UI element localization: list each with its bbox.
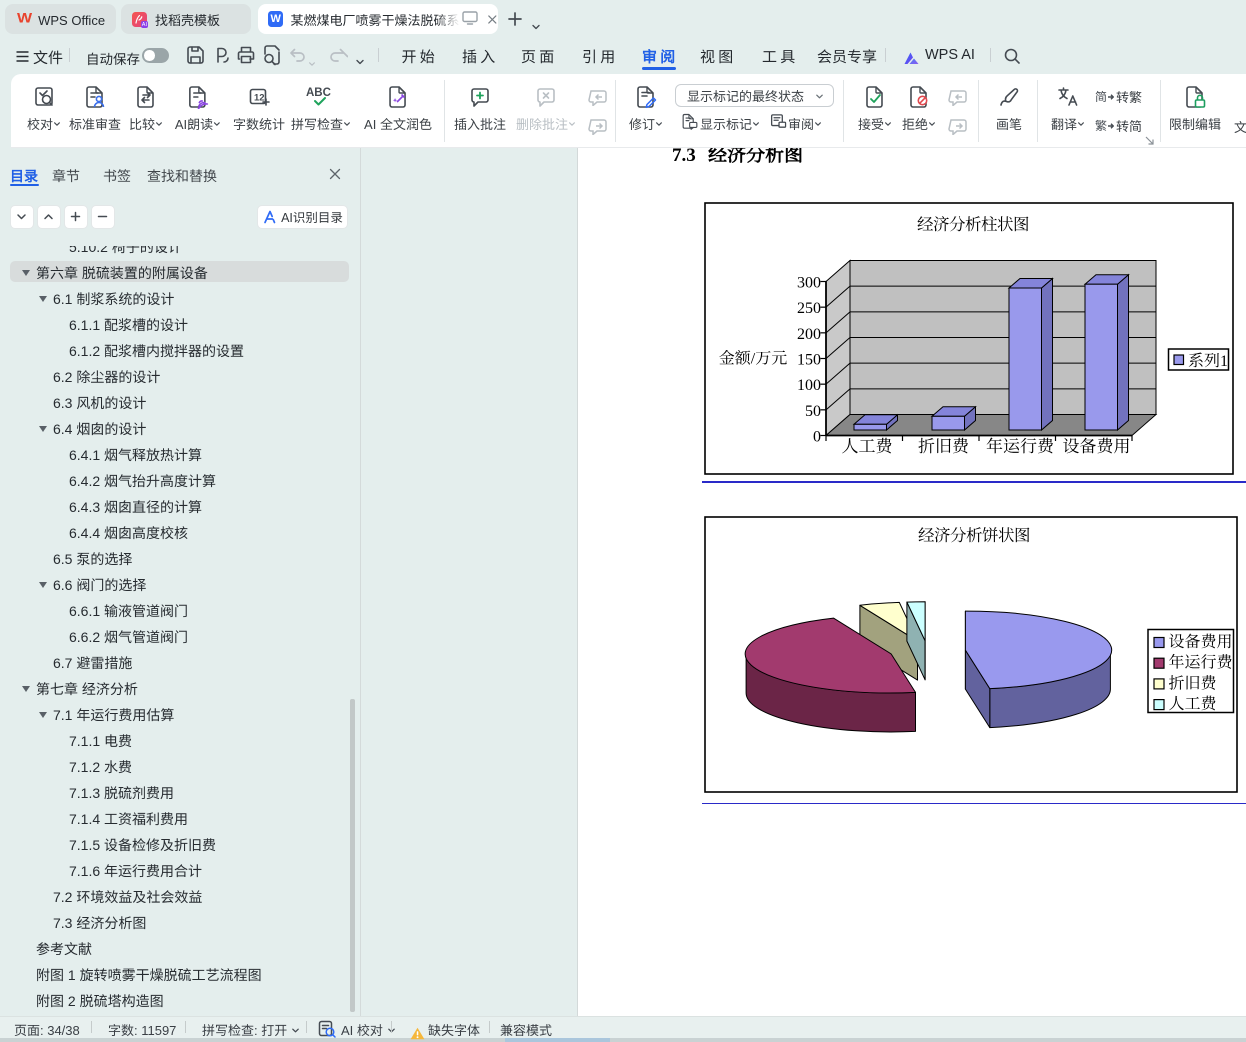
- svg-text:繁: 繁: [1095, 117, 1107, 134]
- svg-text:ABC: ABC: [306, 85, 331, 100]
- svg-text:简: 简: [1095, 88, 1107, 105]
